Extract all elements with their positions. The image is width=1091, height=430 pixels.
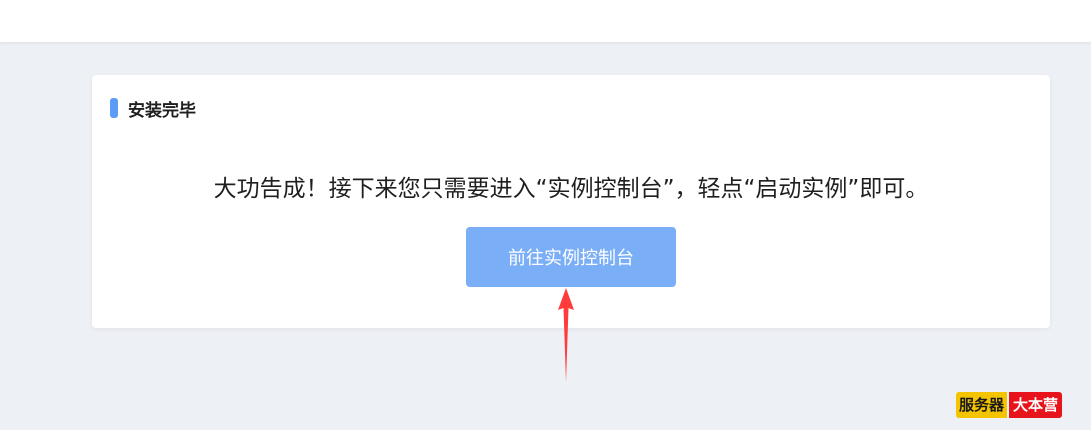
top-bar (0, 0, 1091, 42)
title-accent-bar (110, 98, 118, 118)
up-arrow-icon (558, 288, 574, 382)
go-to-instance-console-button[interactable]: 前往实例控制台 (466, 227, 676, 287)
watermark-right-text: 大本营 (1009, 392, 1063, 418)
card-header: 安装完毕 (110, 97, 196, 121)
card-title: 安装完毕 (128, 100, 196, 121)
watermark: 服务器 大本营 (956, 392, 1063, 418)
watermark-left-text: 服务器 (956, 392, 1008, 418)
completion-message: 大功告成！接下来您只需要进入“实例控制台”，轻点“启动实例”即可。 (213, 176, 929, 202)
